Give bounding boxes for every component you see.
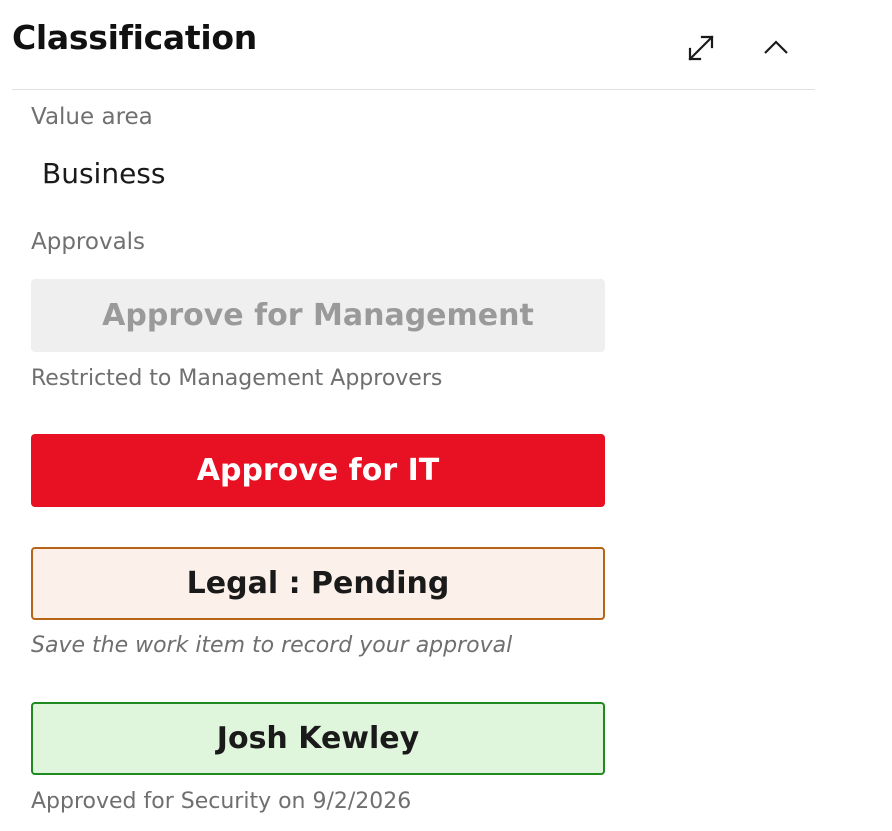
legal-pending-button[interactable]: Legal : Pending — [31, 547, 605, 620]
collapse-button[interactable] — [754, 28, 798, 72]
panel-title: Classification — [12, 18, 257, 57]
panel-header: Classification — [12, 0, 815, 90]
chevron-up-icon — [762, 38, 790, 62]
value-area-value[interactable]: Business — [42, 157, 165, 190]
legal-save-note: Save the work item to record your approv… — [31, 633, 513, 658]
classification-panel: Classification Value area Business Appro… — [0, 0, 892, 831]
approvals-label: Approvals — [31, 229, 146, 255]
value-area-label: Value area — [31, 104, 153, 130]
security-approved-note: Approved for Security on 9/2/2026 — [31, 789, 412, 814]
expand-button[interactable] — [679, 28, 723, 72]
security-approver-button[interactable]: Josh Kewley — [31, 702, 605, 775]
approve-management-button: Approve for Management — [31, 279, 605, 352]
expand-diagonal-icon — [685, 32, 717, 68]
approve-it-button[interactable]: Approve for IT — [31, 434, 605, 507]
management-restriction-note: Restricted to Management Approvers — [31, 366, 443, 391]
